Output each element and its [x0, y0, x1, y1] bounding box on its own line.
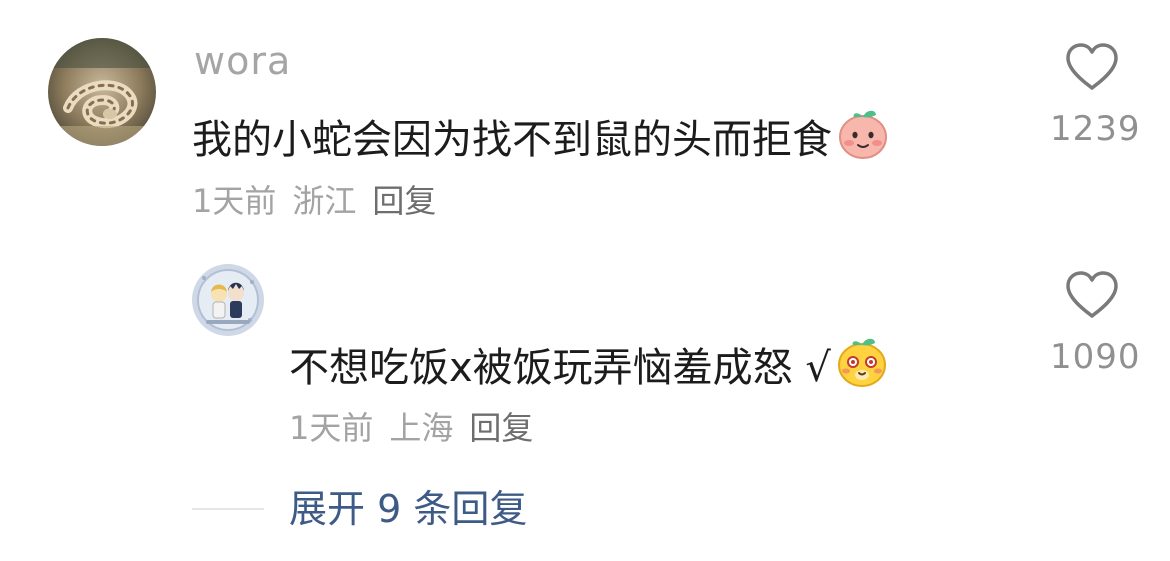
comment-location: 浙江	[292, 182, 357, 220]
reply-like-count: 1090	[1050, 337, 1141, 377]
like-count: 1239	[1050, 109, 1141, 149]
reply-text: 不想吃饭x被饭玩弄恼羞成怒 √	[289, 335, 889, 400]
anime-characters-avatar-icon	[192, 264, 264, 336]
reply-avatar[interactable]	[192, 264, 264, 336]
reply-reply-button[interactable]: 回复	[469, 409, 533, 447]
comment-body: 我的小蛇会因为找不到鼠的头而拒食	[192, 117, 832, 163]
avatar[interactable]	[48, 38, 156, 146]
reply-button[interactable]: 回复	[372, 182, 436, 220]
comment-text: 我的小蛇会因为找不到鼠的头而拒食	[192, 107, 890, 172]
reply-location: 上海	[389, 409, 454, 447]
shy-pink-face-emoji-icon	[836, 107, 890, 172]
reply-body: 不想吃饭x被饭玩弄恼羞成怒 √	[289, 345, 831, 391]
expand-divider	[192, 508, 264, 510]
snake-avatar-icon	[48, 38, 156, 146]
smiling-yellow-face-emoji-icon	[835, 335, 889, 400]
expand-replies-link[interactable]: 展开 9 条回复	[289, 487, 527, 531]
like-button[interactable]: 1239	[1050, 42, 1141, 149]
reply-meta: 1天前 上海 回复	[289, 408, 533, 448]
comment-meta: 1天前 浙江 回复	[192, 181, 436, 221]
username[interactable]: wora	[194, 42, 291, 80]
heart-icon[interactable]	[1064, 42, 1120, 92]
reply-like-button[interactable]: 1090	[1050, 270, 1141, 377]
comment-time: 1天前	[192, 182, 277, 220]
reply-time: 1天前	[289, 409, 374, 447]
heart-icon[interactable]	[1064, 270, 1120, 320]
